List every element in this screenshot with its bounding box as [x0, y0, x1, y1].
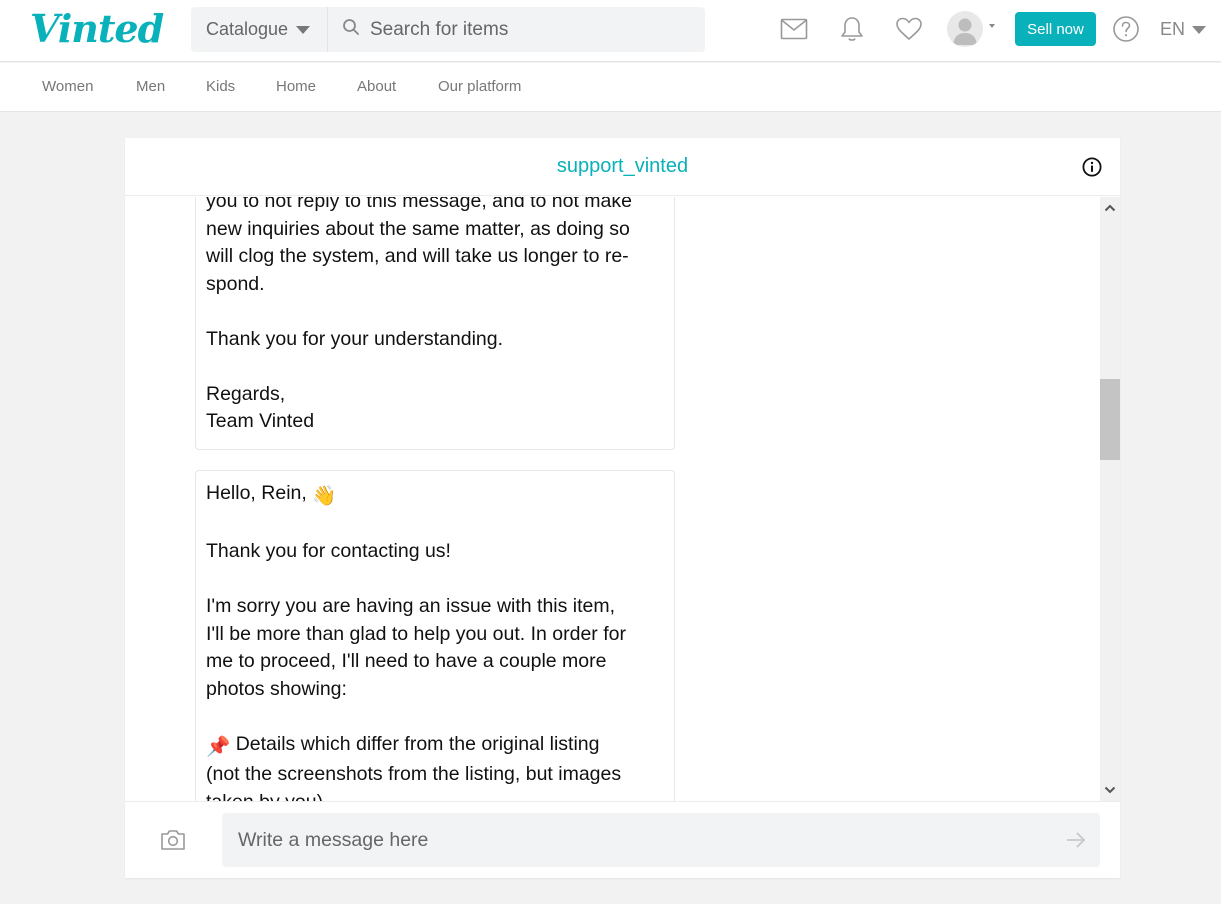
- nav-item-our-platform[interactable]: Our platform: [438, 78, 521, 95]
- user-menu[interactable]: [947, 11, 995, 47]
- nav-item-home[interactable]: Home: [276, 78, 316, 95]
- message-bullet-text: Details which differ from the original l…: [206, 732, 622, 802]
- chevron-down-icon: [989, 24, 995, 28]
- vinted-logo[interactable]: Vinted: [30, 6, 164, 51]
- scroll-up-arrow-icon[interactable]: [1100, 199, 1120, 217]
- search-input[interactable]: [370, 18, 690, 41]
- message-bubble: you to not reply to this message, and to…: [195, 197, 675, 450]
- avatar: [947, 11, 983, 47]
- conversation-title[interactable]: support_vinted: [125, 155, 1120, 178]
- chevron-down-icon: [296, 25, 311, 34]
- message-body: Thank you for contacting us! I'm sorry y…: [206, 540, 626, 700]
- nav-item-about[interactable]: About: [357, 78, 396, 95]
- search-bar: [328, 7, 705, 52]
- category-nav: Women Men Kids Home About Our platform: [0, 63, 1221, 112]
- send-arrow-icon[interactable]: [1065, 830, 1087, 850]
- catalogue-dropdown[interactable]: Catalogue: [191, 7, 328, 52]
- heart-icon[interactable]: [894, 14, 924, 44]
- message-bubble: Hello, Rein, 👋 Thank you for contacting …: [195, 470, 675, 801]
- language-selector[interactable]: EN: [1160, 19, 1207, 40]
- waving-hand-emoji: 👋: [312, 485, 337, 507]
- message-list[interactable]: you to not reply to this message, and to…: [125, 197, 1100, 801]
- pushpin-emoji: 📌: [206, 735, 231, 758]
- conversation-panel: support_vinted you to not reply to this …: [125, 138, 1120, 878]
- mail-icon[interactable]: [779, 14, 809, 44]
- help-icon[interactable]: [1111, 14, 1141, 44]
- message-greeting: Hello, Rein,: [206, 482, 307, 504]
- message-input[interactable]: [222, 813, 1100, 867]
- chevron-down-icon: [1192, 25, 1207, 34]
- top-header: Vinted Catalogue Sell now EN: [0, 0, 1221, 62]
- message-scrollbar[interactable]: [1100, 197, 1120, 801]
- nav-item-men[interactable]: Men: [136, 78, 165, 95]
- nav-item-kids[interactable]: Kids: [206, 78, 235, 95]
- catalogue-label: Catalogue: [206, 19, 289, 39]
- camera-icon[interactable]: [159, 828, 187, 852]
- scroll-down-arrow-icon[interactable]: [1100, 781, 1120, 799]
- sell-now-button[interactable]: Sell now: [1015, 12, 1096, 46]
- language-label: EN: [1160, 19, 1186, 39]
- search-icon: [342, 18, 360, 41]
- nav-item-women[interactable]: Women: [42, 78, 93, 95]
- message-composer: [125, 801, 1120, 878]
- conversation-header: support_vinted: [125, 138, 1120, 196]
- bell-icon[interactable]: [837, 14, 867, 44]
- info-icon[interactable]: [1082, 157, 1102, 177]
- scrollbar-thumb[interactable]: [1100, 379, 1120, 460]
